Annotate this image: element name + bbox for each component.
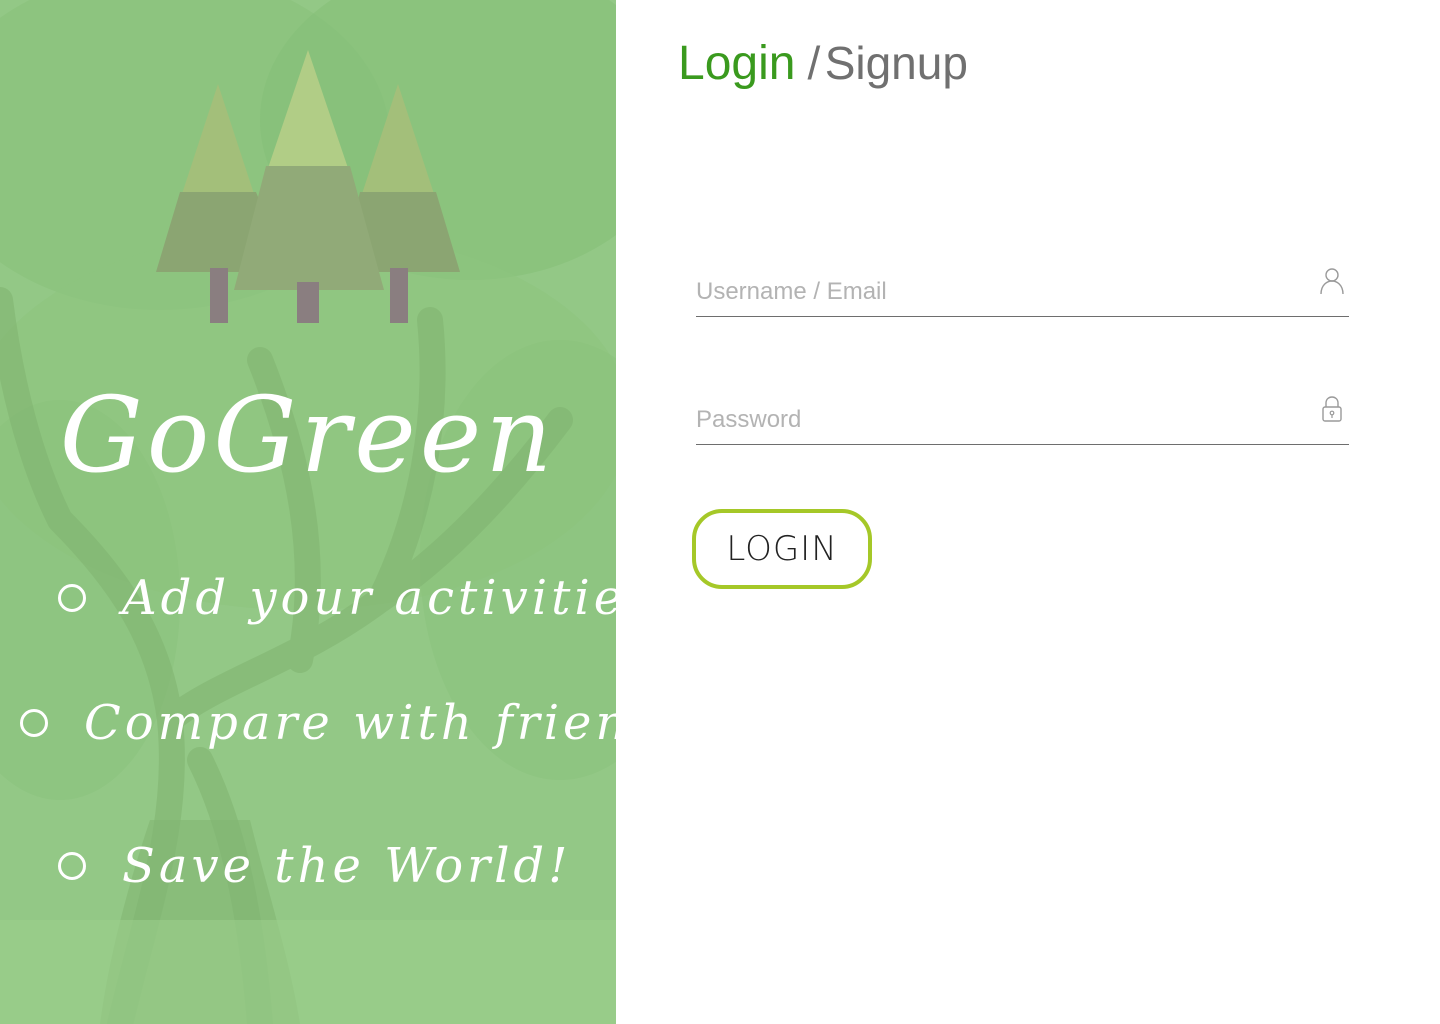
feature-label: Save the World! (122, 838, 572, 894)
password-field (696, 386, 1349, 445)
user-icon (1320, 268, 1344, 295)
username-field (696, 258, 1349, 317)
login-button[interactable]: LOGIN (692, 509, 872, 589)
feature-label: Add your activities (122, 570, 616, 626)
brand-panel: GoGreen Add your activities Compare with… (0, 0, 616, 1024)
pine-trees-logo (156, 50, 460, 323)
username-input[interactable] (696, 278, 1296, 306)
bullet-circle-icon (20, 709, 48, 737)
feature-item-compare-friends: Compare with friends (20, 695, 616, 751)
lock-icon (1322, 396, 1342, 422)
feature-item-add-activities: Add your activities (58, 570, 616, 626)
feature-label: Compare with friends (84, 695, 616, 751)
bullet-circle-icon (58, 584, 86, 612)
bullet-circle-icon (58, 852, 86, 880)
password-input[interactable] (696, 406, 1296, 434)
brand-name: GoGreen (59, 374, 557, 496)
login-page: GoGreen Add your activities Compare with… (0, 0, 1440, 1024)
tab-login[interactable]: Login (678, 37, 795, 90)
auth-heading: Login / Signup (678, 36, 968, 91)
auth-panel: Login/ Signup LOGIN (616, 0, 1440, 1024)
feature-item-save-world: Save the World! (58, 838, 571, 894)
tab-separator: / (807, 37, 821, 89)
tab-signup[interactable]: Signup (825, 37, 968, 89)
